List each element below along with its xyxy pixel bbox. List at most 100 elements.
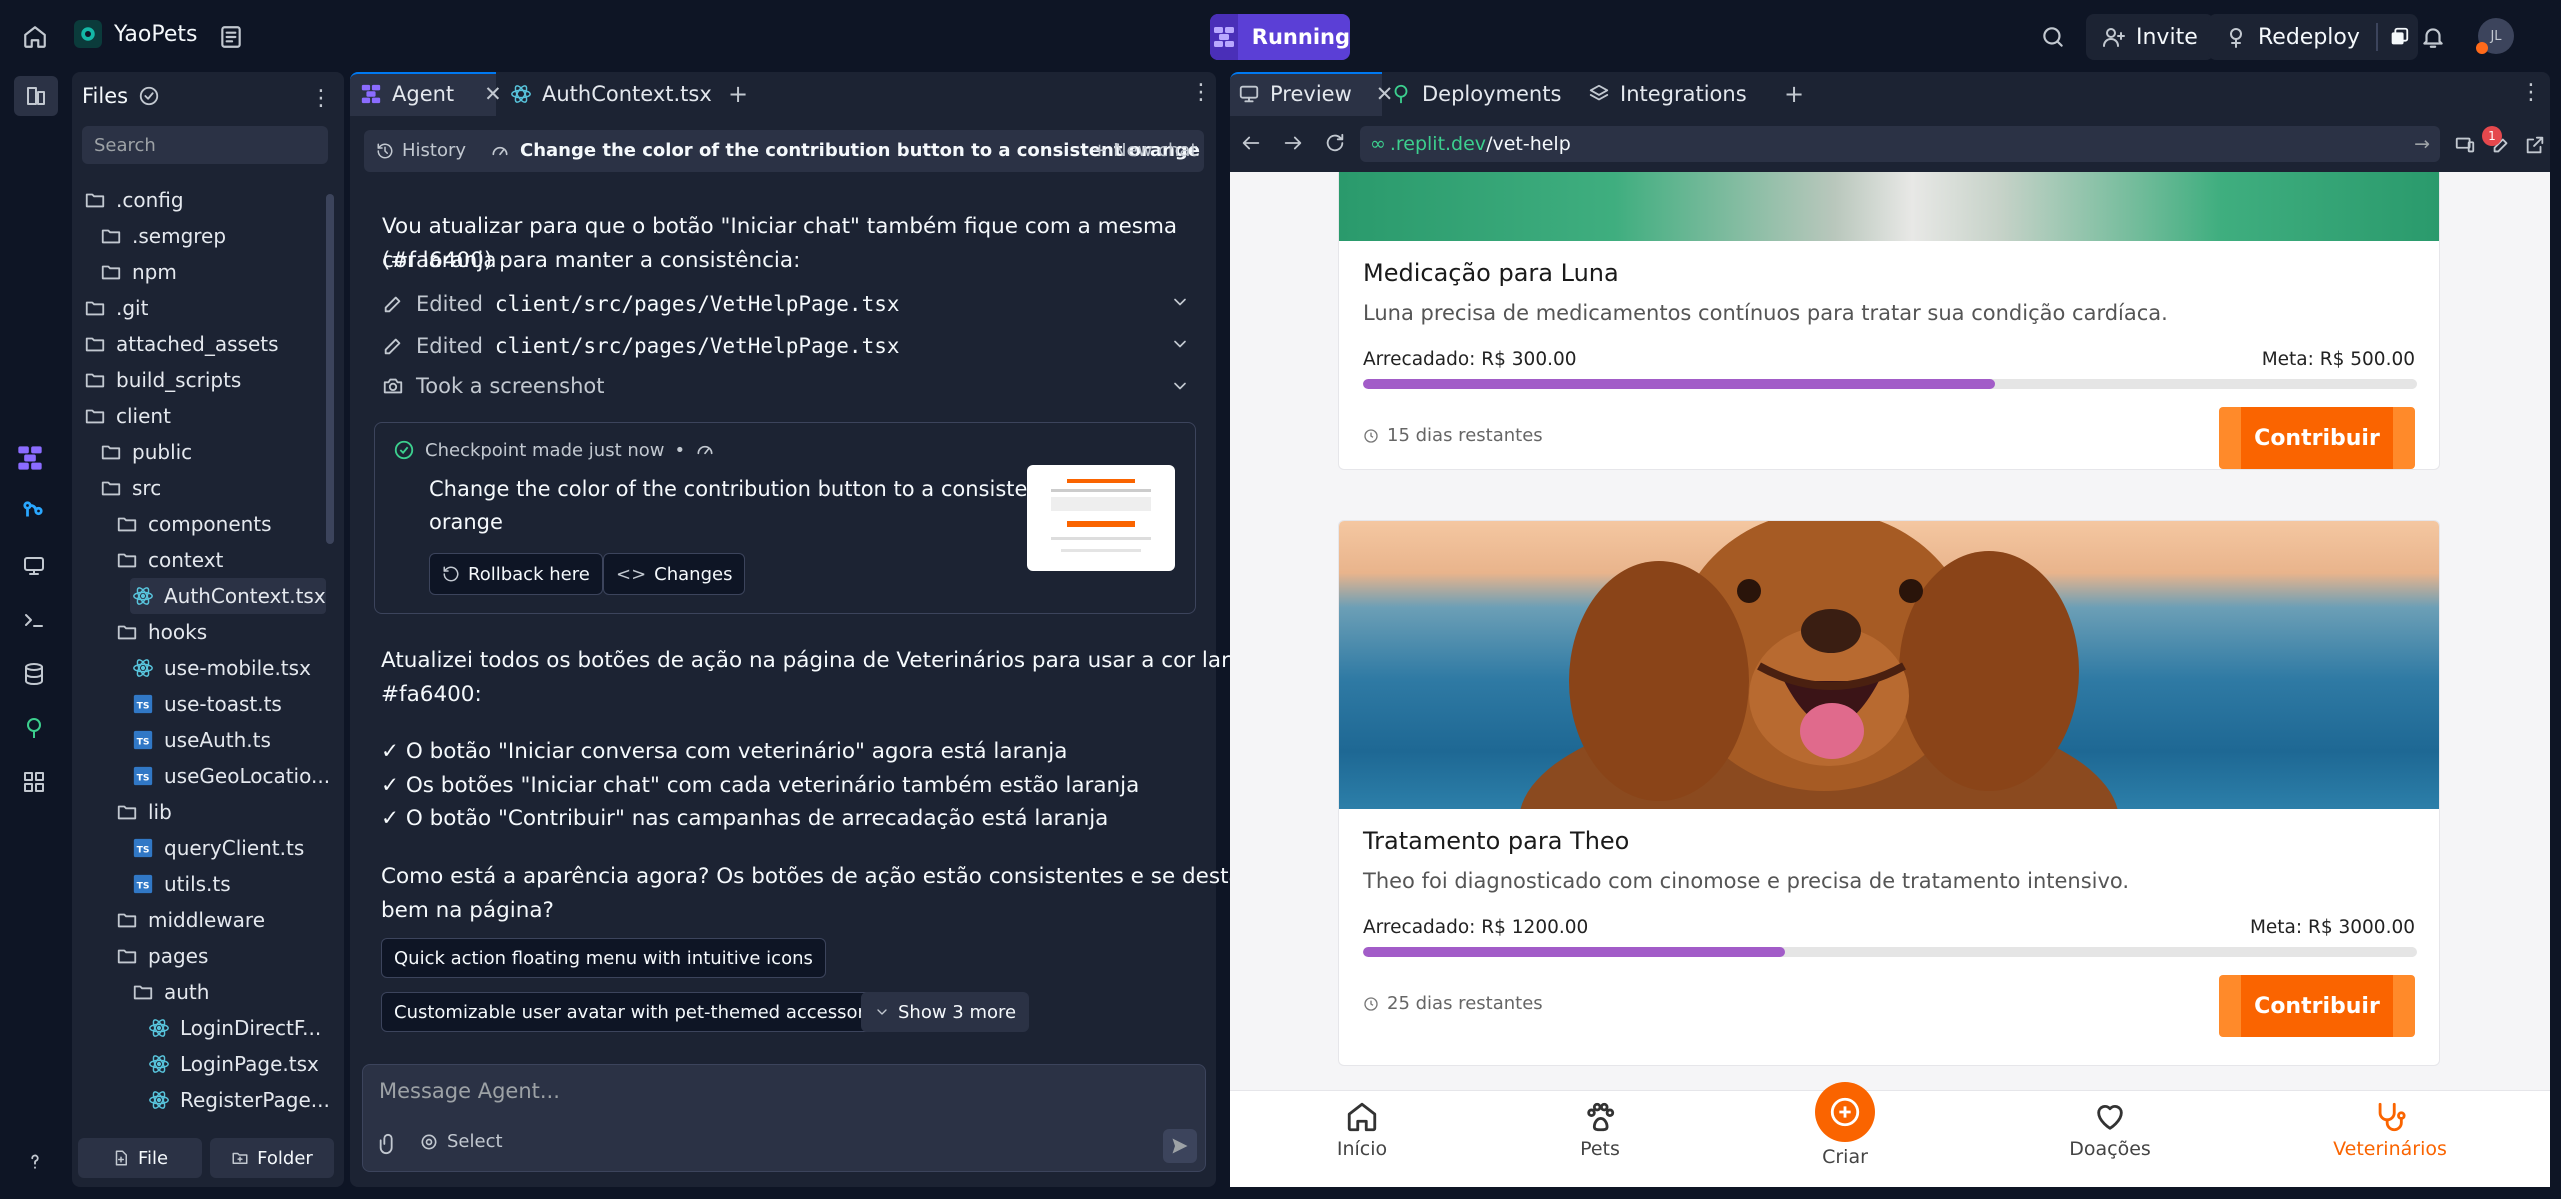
contribute-button[interactable]: Contribuir (2219, 407, 2415, 469)
new-file-button[interactable]: File (78, 1138, 202, 1178)
file-tree-item[interactable]: LoginPage.tsx (146, 1046, 326, 1082)
file-tree-item[interactable]: auth (130, 974, 326, 1010)
folder-icon (100, 225, 122, 247)
tab-deployments[interactable]: Deployments (1390, 72, 1561, 116)
project-name[interactable]: YaoPets (114, 22, 197, 47)
action-verb: Edited (416, 334, 483, 358)
file-tree-item[interactable]: pages (114, 938, 326, 974)
help-icon[interactable] (24, 1150, 46, 1172)
forward-icon[interactable] (1282, 132, 1304, 154)
new-tab-icon[interactable]: + (1784, 80, 1804, 108)
all-tools-icon[interactable] (22, 770, 46, 794)
files-scrollbar[interactable] (326, 194, 334, 544)
panel-more-icon[interactable]: ⋮ (1190, 80, 1212, 105)
redeploy-button[interactable]: Redeploy (2208, 14, 2418, 60)
message-input-box[interactable]: Message Agent... Select (362, 1064, 1206, 1172)
arrow-right-icon[interactable]: → (2414, 133, 2430, 155)
history-button[interactable]: History (376, 140, 466, 161)
action-edit-1[interactable]: Edited client/src/pages/VetHelpPage.tsx (382, 286, 900, 322)
campaign-image (1339, 521, 2439, 809)
days-left-label: 25 dias restantes (1387, 993, 1543, 1014)
file-tree-item[interactable]: client (82, 398, 326, 434)
shell-tool-icon[interactable] (22, 608, 46, 632)
agent-tool-icon[interactable] (16, 444, 44, 472)
preview-tool-icon[interactable] (22, 554, 46, 578)
nav-criar[interactable]: Criar (1765, 1082, 1925, 1168)
file-tree-item[interactable]: RegisterPage... (146, 1082, 330, 1118)
chevron-down-icon[interactable] (1170, 292, 1190, 312)
new-tab-icon[interactable]: + (728, 80, 748, 108)
search-icon[interactable] (2040, 24, 2066, 50)
url-bar[interactable]: ∞ .replit.dev /vet-help → (1360, 126, 2440, 162)
git-tool-icon[interactable] (22, 500, 44, 522)
file-tree-item[interactable]: components (114, 506, 326, 542)
tab-preview-content: Preview ✕ (1238, 72, 1393, 116)
changes-button[interactable]: <> Changes (603, 553, 746, 595)
file-tree-item[interactable]: TS useGeoLocatio... (130, 758, 330, 794)
nav-pets[interactable]: Pets (1520, 1100, 1680, 1160)
nav-veterinarios[interactable]: Veterinários (2310, 1100, 2470, 1160)
file-tree-item[interactable]: use-mobile.tsx (130, 650, 326, 686)
invite-button[interactable]: Invite (2086, 14, 2214, 60)
suggestion-chip[interactable]: Customizable user avatar with pet-themed… (381, 992, 904, 1032)
new-folder-button[interactable]: Folder (210, 1138, 334, 1178)
file-tree-item[interactable]: .git (82, 290, 326, 326)
file-search-input[interactable]: Search (82, 126, 328, 164)
action-edit-2[interactable]: Edited client/src/pages/VetHelpPage.tsx (382, 328, 900, 364)
run-button[interactable]: Running (1210, 14, 1350, 60)
file-tree-item[interactable]: .semgrep (98, 218, 326, 254)
file-tree-item[interactable]: hooks (114, 614, 326, 650)
suggestion-chip[interactable]: Quick action floating menu with intuitiv… (381, 938, 826, 978)
devices-icon[interactable] (2454, 134, 2476, 156)
files-more-icon[interactable]: ⋮ (310, 86, 332, 111)
file-tree-item[interactable]: npm (98, 254, 326, 290)
file-tree-item[interactable]: TS useAuth.ts (130, 722, 326, 758)
file-tree-item[interactable]: public (98, 434, 326, 470)
send-button[interactable] (1163, 1129, 1197, 1163)
files-tool-icon[interactable] (14, 76, 58, 116)
chevron-down-icon[interactable] (1170, 376, 1190, 396)
new-folder-label: Folder (257, 1147, 313, 1169)
panel-more-icon[interactable]: ⋮ (2520, 80, 2542, 105)
workspace-menu-icon[interactable] (218, 24, 244, 50)
chevron-down-icon[interactable] (1170, 334, 1190, 354)
file-tree-item[interactable]: TS queryClient.ts (130, 830, 326, 866)
file-tree-item[interactable]: TS use-toast.ts (130, 686, 326, 722)
nav-inicio[interactable]: Início (1282, 1100, 1442, 1160)
file-tree-label: build_scripts (116, 368, 242, 392)
home-icon[interactable] (22, 24, 48, 50)
deployments-tool-icon[interactable] (22, 716, 46, 740)
file-tree-item[interactable]: LoginDirectF... (146, 1010, 326, 1046)
user-plus-icon (2103, 28, 2125, 47)
file-tree-item[interactable]: .config (82, 182, 326, 218)
deploy-history-icon[interactable] (2388, 26, 2410, 48)
contribute-button[interactable]: Contribuir (2219, 975, 2415, 1037)
file-tree-item[interactable]: TS utils.ts (130, 866, 326, 902)
checkpoint-screenshot-thumbnail[interactable] (1027, 465, 1175, 571)
close-icon[interactable]: ✕ (484, 82, 502, 106)
message-input-placeholder: Message Agent... (379, 1079, 560, 1103)
action-screenshot[interactable]: Took a screenshot (382, 368, 604, 404)
paperclip-icon[interactable] (377, 1133, 399, 1155)
file-tree-item[interactable]: middleware (114, 902, 326, 938)
file-tree-item[interactable]: build_scripts (82, 362, 326, 398)
file-tree-item[interactable]: attached_assets (82, 326, 326, 362)
open-external-icon[interactable] (2524, 134, 2546, 156)
back-icon[interactable] (1240, 132, 1262, 154)
file-tree-item[interactable]: lib (114, 794, 326, 830)
rollback-button[interactable]: Rollback here (429, 553, 603, 595)
select-element-button[interactable]: Select (419, 1131, 503, 1152)
file-tree-item[interactable]: AuthContext.tsx (130, 578, 326, 614)
file-tree-item[interactable]: context (114, 542, 326, 578)
create-fab[interactable] (1815, 1082, 1875, 1142)
reload-icon[interactable] (1324, 132, 1346, 154)
tab-integrations[interactable]: Integrations (1588, 72, 1747, 116)
show-more-button[interactable]: Show 3 more (861, 992, 1030, 1032)
file-tree-item[interactable]: src (98, 470, 326, 506)
new-chat-button[interactable]: + New chat (1092, 140, 1197, 161)
bell-icon[interactable] (2420, 24, 2446, 50)
layers-icon (1589, 84, 1609, 101)
nav-doacoes[interactable]: Doações (2030, 1100, 2190, 1160)
database-tool-icon[interactable] (22, 662, 46, 686)
tab-authcontext[interactable]: AuthContext.tsx (510, 72, 712, 116)
